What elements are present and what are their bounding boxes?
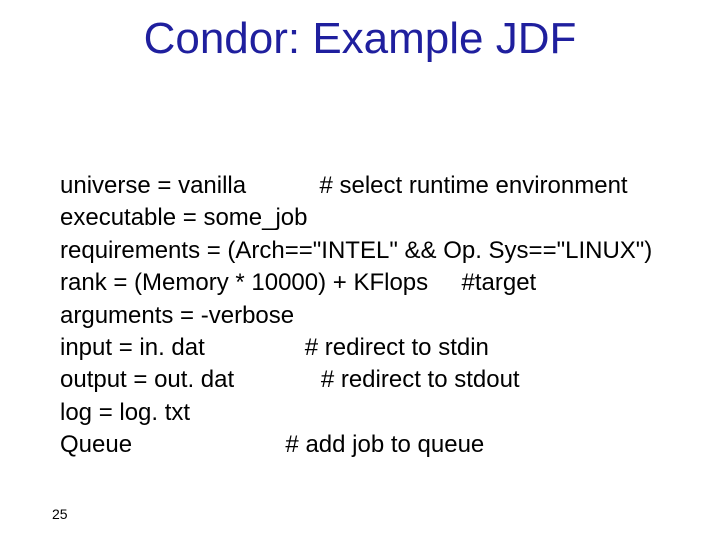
- code-block: universe = vanilla # select runtime envi…: [60, 170, 680, 462]
- code-line: rank = (Memory * 10000) + KFlops #target: [60, 269, 536, 296]
- slide-title: Condor: Example JDF: [0, 14, 720, 64]
- code-line: output = out. dat # redirect to stdout: [60, 366, 520, 393]
- page-number: 25: [52, 506, 68, 522]
- code-line: executable = some_job: [60, 204, 308, 231]
- code-line: log = log. txt: [60, 399, 190, 426]
- code-line: Queue # add job to queue: [60, 431, 484, 458]
- slide: Condor: Example JDF universe = vanilla #…: [0, 0, 720, 540]
- code-line: arguments = -verbose: [60, 302, 294, 329]
- code-line: requirements = (Arch=="INTEL" && Op. Sys…: [60, 237, 652, 264]
- code-line: input = in. dat # redirect to stdin: [60, 334, 489, 361]
- code-line: universe = vanilla # select runtime envi…: [60, 172, 628, 199]
